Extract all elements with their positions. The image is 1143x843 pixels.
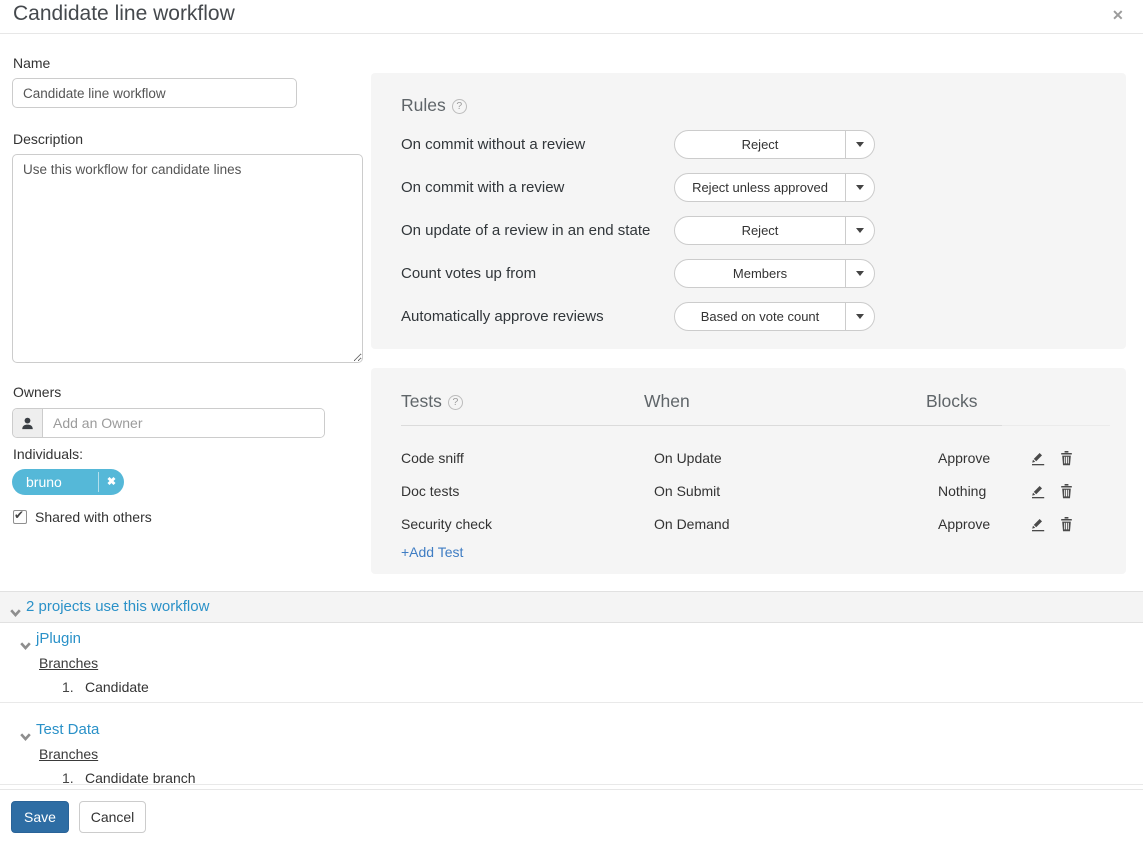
chevron-down-icon[interactable] (845, 217, 874, 244)
rule-row: Count votes up from Members (371, 259, 1126, 288)
test-row: Security check On Demand Approve (371, 514, 1126, 536)
description-label: Description (13, 131, 83, 147)
chevron-down-icon[interactable] (20, 728, 31, 746)
person-icon (13, 409, 43, 437)
check-icon: ✔ (14, 508, 24, 522)
project-link[interactable]: jPlugin (36, 630, 81, 647)
test-name: Security check (401, 514, 492, 534)
test-when: On Submit (654, 481, 720, 501)
blocks-column-header: Blocks (926, 391, 978, 412)
rule-dropdown-value: Members (675, 260, 845, 287)
rule-dropdown-value: Reject unless approved (675, 174, 845, 201)
add-test-link[interactable]: +Add Test (401, 544, 463, 560)
test-row: Doc tests On Submit Nothing (371, 481, 1126, 503)
name-input[interactable] (12, 78, 297, 108)
projects-summary-bar[interactable]: 2 projects use this workflow (0, 591, 1143, 623)
rule-dropdown[interactable]: Reject (674, 130, 875, 159)
rule-label: On commit without a review (401, 130, 585, 159)
rule-dropdown[interactable]: Based on vote count (674, 302, 875, 331)
delete-icon[interactable] (1059, 483, 1074, 504)
save-button[interactable]: Save (11, 801, 69, 833)
rule-row: On commit without a review Reject (371, 130, 1126, 159)
shared-checkbox-row[interactable]: ✔ Shared with others (13, 509, 152, 525)
test-blocks: Approve (938, 448, 990, 468)
name-label: Name (13, 55, 50, 71)
test-name: Doc tests (401, 481, 459, 501)
tests-help-icon[interactable]: ? (448, 395, 463, 410)
chevron-down-icon[interactable] (845, 131, 874, 158)
rule-row: On update of a review in an end state Re… (371, 216, 1126, 245)
projects-summary-link[interactable]: 2 projects use this workflow (26, 598, 209, 615)
project-divider (0, 784, 1143, 785)
tests-column-header: Tests (401, 391, 442, 411)
rule-label: Automatically approve reviews (401, 302, 604, 331)
rule-label: On update of a review in an end state (401, 216, 650, 245)
chevron-down-icon[interactable] (20, 637, 31, 655)
owners-label: Owners (13, 384, 61, 400)
branches-heading: Branches (39, 746, 98, 762)
project-link[interactable]: Test Data (36, 721, 99, 738)
branches-heading: Branches (39, 655, 98, 671)
edit-icon[interactable] (1030, 450, 1046, 471)
tag-name: bruno (12, 469, 98, 495)
tests-panel: Tests? When Blocks Code sniff On Update … (371, 368, 1126, 574)
branch-name: Candidate (85, 679, 149, 695)
chevron-down-icon[interactable] (845, 174, 874, 201)
owners-input[interactable] (43, 409, 324, 437)
rule-dropdown-value: Reject (675, 131, 845, 158)
individual-tag: bruno ✖ (12, 469, 124, 495)
chevron-down-icon[interactable] (845, 260, 874, 287)
description-textarea[interactable]: Use this workflow for candidate lines (12, 154, 363, 363)
project-divider (0, 702, 1143, 703)
cancel-button[interactable]: Cancel (79, 801, 146, 833)
test-when: On Update (654, 448, 722, 468)
test-blocks: Approve (938, 514, 990, 534)
test-row: Code sniff On Update Approve (371, 448, 1126, 470)
shared-label: Shared with others (35, 509, 152, 525)
header-divider (0, 33, 1143, 34)
chevron-down-icon[interactable] (845, 303, 874, 330)
rules-help-icon[interactable]: ? (452, 99, 467, 114)
footer-divider (0, 789, 1143, 790)
tests-header: Tests? (401, 391, 463, 412)
tests-header-divider (401, 425, 1002, 426)
rule-row: Automatically approve reviews Based on v… (371, 302, 1126, 331)
when-column-header: When (644, 391, 690, 412)
chevron-down-icon[interactable] (10, 604, 21, 622)
shared-checkbox[interactable]: ✔ (13, 510, 27, 524)
individuals-label: Individuals: (13, 446, 83, 462)
rule-label: On commit with a review (401, 173, 564, 202)
delete-icon[interactable] (1059, 450, 1074, 471)
delete-icon[interactable] (1059, 516, 1074, 537)
page-title: Candidate line workflow (13, 2, 235, 26)
test-blocks: Nothing (938, 481, 986, 501)
rules-header: Rules? (401, 95, 467, 116)
owners-input-group (12, 408, 325, 438)
rule-row: On commit with a review Reject unless ap… (371, 173, 1126, 202)
edit-icon[interactable] (1030, 516, 1046, 537)
rules-panel: Rules? On commit without a review Reject… (371, 73, 1126, 349)
rule-dropdown-value: Reject (675, 217, 845, 244)
rule-dropdown[interactable]: Reject unless approved (674, 173, 875, 202)
tag-remove-icon[interactable]: ✖ (99, 469, 124, 495)
test-name: Code sniff (401, 448, 464, 468)
rules-title: Rules (401, 95, 446, 115)
close-icon[interactable]: ✕ (1108, 5, 1128, 26)
test-when: On Demand (654, 514, 729, 534)
edit-icon[interactable] (1030, 483, 1046, 504)
tests-header-divider-light (1002, 425, 1110, 426)
rule-dropdown[interactable]: Reject (674, 216, 875, 245)
branch-number: 1. (62, 679, 74, 695)
rule-dropdown-value: Based on vote count (675, 303, 845, 330)
rule-label: Count votes up from (401, 259, 536, 288)
rule-dropdown[interactable]: Members (674, 259, 875, 288)
